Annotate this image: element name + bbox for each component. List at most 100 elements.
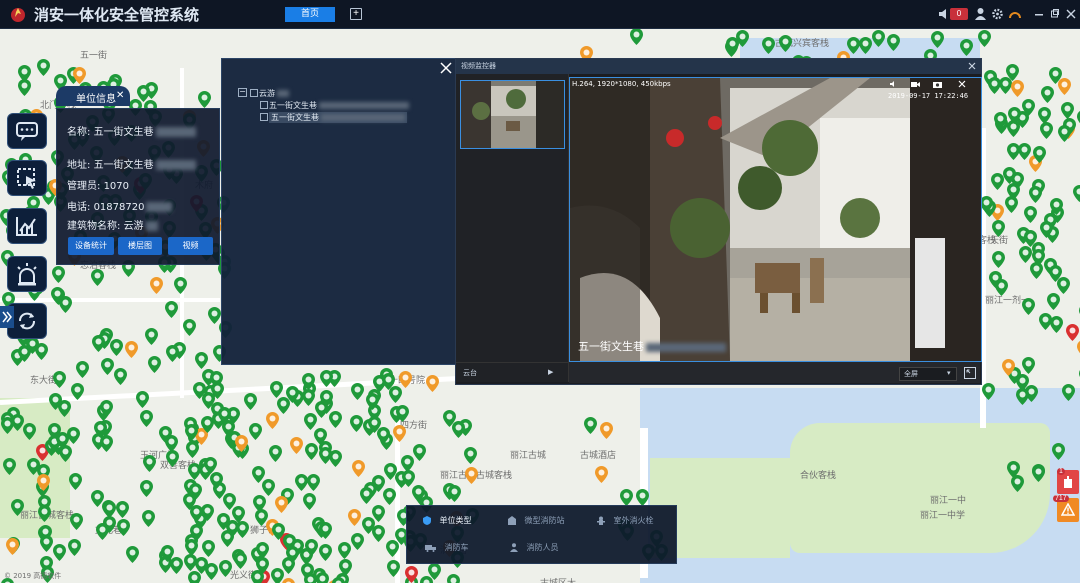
legend-micro-station[interactable]: 微型消防站	[508, 515, 565, 526]
map-poi-pin[interactable]	[53, 543, 67, 561]
add-tab-button[interactable]: +	[350, 8, 362, 20]
map-poi-pin[interactable]	[1019, 245, 1033, 263]
map-poi-pin[interactable]	[368, 416, 382, 434]
map-poi-pin[interactable]	[140, 410, 154, 428]
tree-child2-checkbox[interactable]	[260, 113, 268, 121]
map-poi-pin[interactable]	[185, 441, 199, 459]
map-poi-pin[interactable]	[51, 266, 65, 284]
map-poi-pin[interactable]	[339, 559, 353, 577]
map-poi-pin[interactable]	[147, 355, 161, 373]
map-poi-pin[interactable]	[271, 523, 285, 541]
warning-badge[interactable]: 717	[1053, 495, 1079, 522]
map-poi-pin[interactable]	[319, 522, 333, 540]
map-poi-pin[interactable]	[93, 420, 107, 438]
alarm-button[interactable]	[7, 256, 47, 292]
map-poi-pin[interactable]	[35, 343, 49, 361]
map-poi-pin[interactable]	[886, 34, 900, 52]
map-poi-pin[interactable]	[635, 488, 649, 506]
map-poi-pin[interactable]	[248, 422, 262, 440]
map-poi-pin[interactable]	[18, 79, 32, 97]
tree-child1-label[interactable]: 五一街文生巷	[269, 100, 409, 111]
legend-unit-type[interactable]: 单位类型	[423, 515, 472, 526]
close-icon[interactable]	[1066, 7, 1076, 21]
map-poi-pin[interactable]	[600, 421, 614, 439]
map-poi-pin[interactable]	[289, 436, 303, 454]
map-poi-pin[interactable]	[320, 390, 334, 408]
map-poi-pin[interactable]	[1029, 186, 1043, 204]
map-poi-pin[interactable]	[100, 357, 114, 375]
map-poi-pin[interactable]	[68, 473, 82, 491]
map-poi-pin[interactable]	[991, 250, 1005, 268]
map-poi-pin[interactable]	[115, 501, 129, 519]
restore-icon[interactable]	[1050, 7, 1060, 21]
map-poi-pin[interactable]	[99, 399, 113, 417]
map-poi-pin[interactable]	[222, 492, 236, 510]
map-poi-pin[interactable]	[1039, 221, 1053, 239]
map-poi-pin[interactable]	[319, 370, 333, 387]
map-poi-pin[interactable]	[103, 516, 117, 534]
map-poi-pin[interactable]	[220, 529, 234, 547]
camera-thumbnail[interactable]	[460, 80, 565, 149]
video-button[interactable]: 视频	[168, 237, 213, 255]
map-poi-pin[interactable]	[405, 565, 419, 583]
map-poi-pin[interactable]	[234, 551, 248, 569]
map-poi-pin[interactable]	[1024, 229, 1037, 247]
map-poi-pin[interactable]	[349, 414, 363, 432]
map-poi-pin[interactable]	[1058, 125, 1072, 143]
map-poi-pin[interactable]	[165, 450, 179, 468]
skin-icon[interactable]	[1009, 7, 1021, 21]
map-poi-pin[interactable]	[305, 539, 319, 557]
minimize-icon[interactable]	[1034, 7, 1044, 21]
map-poi-pin[interactable]	[393, 424, 407, 442]
map-poi-pin[interactable]	[988, 270, 1002, 288]
video-feed[interactable]: H.264, 1920*1080, 450kbps 2019-09-17 17:…	[569, 77, 982, 362]
map-poi-pin[interactable]	[269, 380, 283, 398]
map-poi-pin[interactable]	[1060, 101, 1074, 119]
map-poi-pin[interactable]	[125, 341, 139, 359]
map-poi-pin[interactable]	[51, 287, 65, 305]
map-poi-pin[interactable]	[282, 578, 295, 583]
map-poi-pin[interactable]	[243, 393, 257, 411]
map-poi-pin[interactable]	[68, 539, 82, 557]
statistics-button[interactable]	[7, 208, 47, 244]
map-poi-pin[interactable]	[305, 443, 319, 461]
map-poi-pin[interactable]	[285, 386, 299, 404]
map-poi-pin[interactable]	[56, 431, 70, 449]
map-poi-pin[interactable]	[265, 412, 279, 430]
map-poi-pin[interactable]	[982, 383, 996, 401]
map-poi-pin[interactable]	[420, 576, 434, 583]
map-poi-pin[interactable]	[173, 277, 187, 295]
map-poi-pin[interactable]	[22, 423, 36, 441]
map-poi-pin[interactable]	[1006, 64, 1020, 82]
map-poi-pin[interactable]	[931, 31, 945, 49]
map-poi-pin[interactable]	[190, 505, 204, 523]
floor-plan-button[interactable]: 楼层图	[118, 237, 162, 255]
map-poi-pin[interactable]	[145, 327, 159, 345]
chat-button[interactable]	[7, 113, 47, 149]
speaker-icon[interactable]	[938, 7, 950, 21]
map-poi-pin[interactable]	[70, 383, 84, 401]
map-poi-pin[interactable]	[11, 498, 25, 516]
notification-badge[interactable]: 0	[950, 8, 968, 20]
map-poi-pin[interactable]	[3, 457, 17, 475]
info-close-icon[interactable]: ✕	[116, 90, 124, 101]
map-poi-pin[interactable]	[448, 484, 462, 502]
tab-home[interactable]: 首页	[285, 7, 335, 22]
map-poi-pin[interactable]	[1017, 142, 1031, 160]
map-poi-pin[interactable]	[6, 538, 20, 556]
map-poi-pin[interactable]	[268, 444, 282, 462]
map-poi-pin[interactable]	[302, 388, 316, 406]
map-poi-pin[interactable]	[847, 36, 861, 54]
map-poi-pin[interactable]	[761, 36, 775, 54]
map-poi-pin[interactable]	[993, 111, 1007, 129]
map-poi-pin[interactable]	[411, 485, 425, 503]
map-poi-pin[interactable]	[76, 360, 90, 378]
map-poi-pin[interactable]	[872, 30, 886, 48]
map-poi-pin[interactable]	[198, 90, 212, 108]
map-poi-pin[interactable]	[583, 417, 597, 435]
map-poi-pin[interactable]	[1002, 358, 1016, 376]
red-alert-badge[interactable]: 1	[1057, 468, 1079, 494]
map-poi-pin[interactable]	[218, 560, 232, 578]
map-poi-pin[interactable]	[319, 447, 333, 465]
map-poi-pin[interactable]	[294, 473, 308, 491]
